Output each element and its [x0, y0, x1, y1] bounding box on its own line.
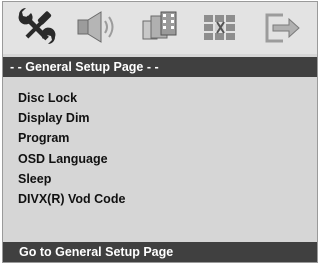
setup-options-list: Disc Lock Display Dim Program OSD Langua… — [18, 88, 125, 209]
setup-category-toolbar — [3, 2, 317, 54]
menu-item-disc-lock[interactable]: Disc Lock — [18, 88, 125, 108]
setup-menu-screen: - - General Setup Page - - Disc Lock Dis… — [2, 1, 318, 263]
menu-item-program[interactable]: Program — [18, 128, 125, 148]
exit-arrow-icon[interactable] — [255, 5, 307, 49]
audio-speaker-icon[interactable] — [71, 5, 123, 49]
menu-item-osd-language[interactable]: OSD Language — [18, 149, 125, 169]
preference-grid-icon[interactable] — [195, 5, 247, 49]
status-bar: Go to General Setup Page — [3, 242, 317, 262]
video-film-icon[interactable] — [133, 5, 185, 49]
menu-item-display-dim[interactable]: Display Dim — [18, 108, 125, 128]
page-title: - - General Setup Page - - — [3, 57, 317, 77]
general-setup-tools-icon[interactable] — [11, 5, 63, 49]
menu-item-sleep[interactable]: Sleep — [18, 169, 125, 189]
menu-item-divx-vod-code[interactable]: DIVX(R) Vod Code — [18, 189, 125, 209]
